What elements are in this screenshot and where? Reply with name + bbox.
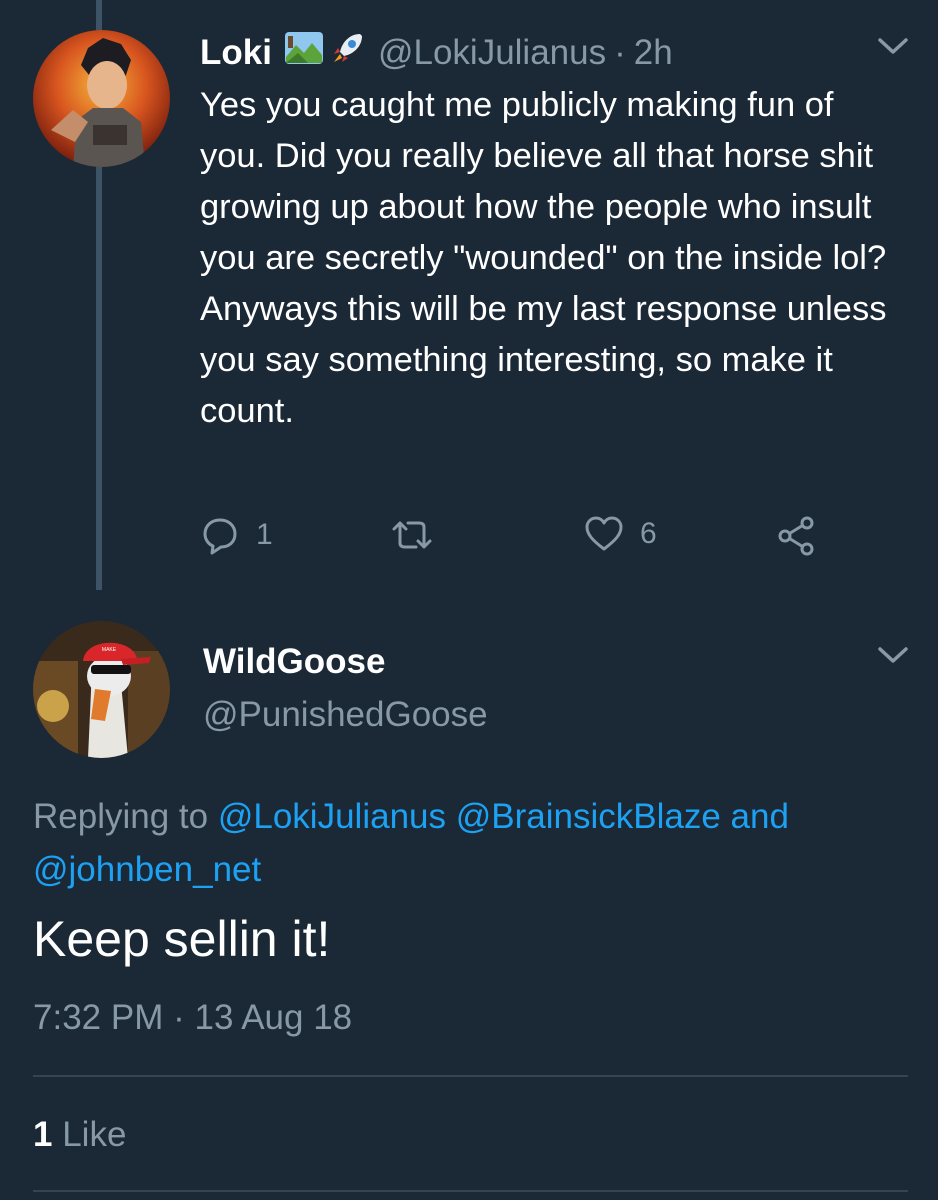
- retweet-icon: [392, 521, 432, 549]
- username-handle[interactable]: @LokiJulianus: [378, 33, 606, 73]
- reply-count: 1: [256, 518, 273, 551]
- divider: [33, 1075, 908, 1077]
- replying-to: Replying to @LokiJulianus @BrainsickBlaz…: [33, 790, 913, 896]
- tweet-time[interactable]: 2h: [634, 33, 673, 73]
- tweet-timestamp[interactable]: 7:32 PM · 13 Aug 18: [33, 998, 352, 1038]
- landscape-emoji-icon: [284, 31, 324, 74]
- mention-link[interactable]: @LokiJulianus: [218, 797, 446, 836]
- reply-icon: [203, 518, 237, 555]
- tweet-actions: 1 6: [200, 515, 840, 559]
- display-name[interactable]: WildGoose: [203, 642, 385, 682]
- tweet-text: Yes you caught me publicly making fun of…: [200, 86, 887, 430]
- avatar[interactable]: MAKE: [33, 621, 170, 758]
- rocket-emoji-icon: [330, 30, 366, 75]
- like-button[interactable]: 6: [584, 515, 657, 553]
- likes-label: Like: [62, 1115, 127, 1154]
- likes-summary[interactable]: 1 Like: [33, 1115, 126, 1155]
- divider: [33, 1190, 908, 1192]
- tweet-header: Loki @LokiJulianus · 2h: [200, 30, 673, 75]
- mention-link[interactable]: @BrainsickBlaze: [456, 797, 721, 836]
- tweet-time: 7:32 PM: [33, 998, 164, 1037]
- avatar[interactable]: [33, 30, 170, 167]
- tweet-text: Keep sellin it!: [33, 911, 331, 967]
- separator-dot: ·: [614, 32, 626, 72]
- svg-text:MAKE: MAKE: [102, 647, 117, 653]
- chevron-down-icon[interactable]: [877, 645, 909, 670]
- share-button[interactable]: [776, 515, 818, 557]
- like-count: 6: [640, 517, 657, 550]
- retweet-button[interactable]: [388, 515, 436, 555]
- replying-and[interactable]: and: [731, 797, 789, 836]
- username-handle[interactable]: @PunishedGoose: [203, 695, 488, 735]
- tweet-date: 13 Aug 18: [194, 998, 353, 1037]
- chevron-down-icon[interactable]: [877, 36, 909, 61]
- reply-button[interactable]: 1: [200, 515, 273, 555]
- heart-icon: [585, 516, 623, 551]
- likes-count: 1: [33, 1115, 53, 1154]
- mention-link[interactable]: @johnben_net: [33, 850, 261, 889]
- separator-dot: ·: [173, 998, 185, 1037]
- share-icon: [778, 516, 814, 556]
- display-name[interactable]: Loki: [200, 33, 272, 73]
- replying-label: Replying to: [33, 797, 209, 836]
